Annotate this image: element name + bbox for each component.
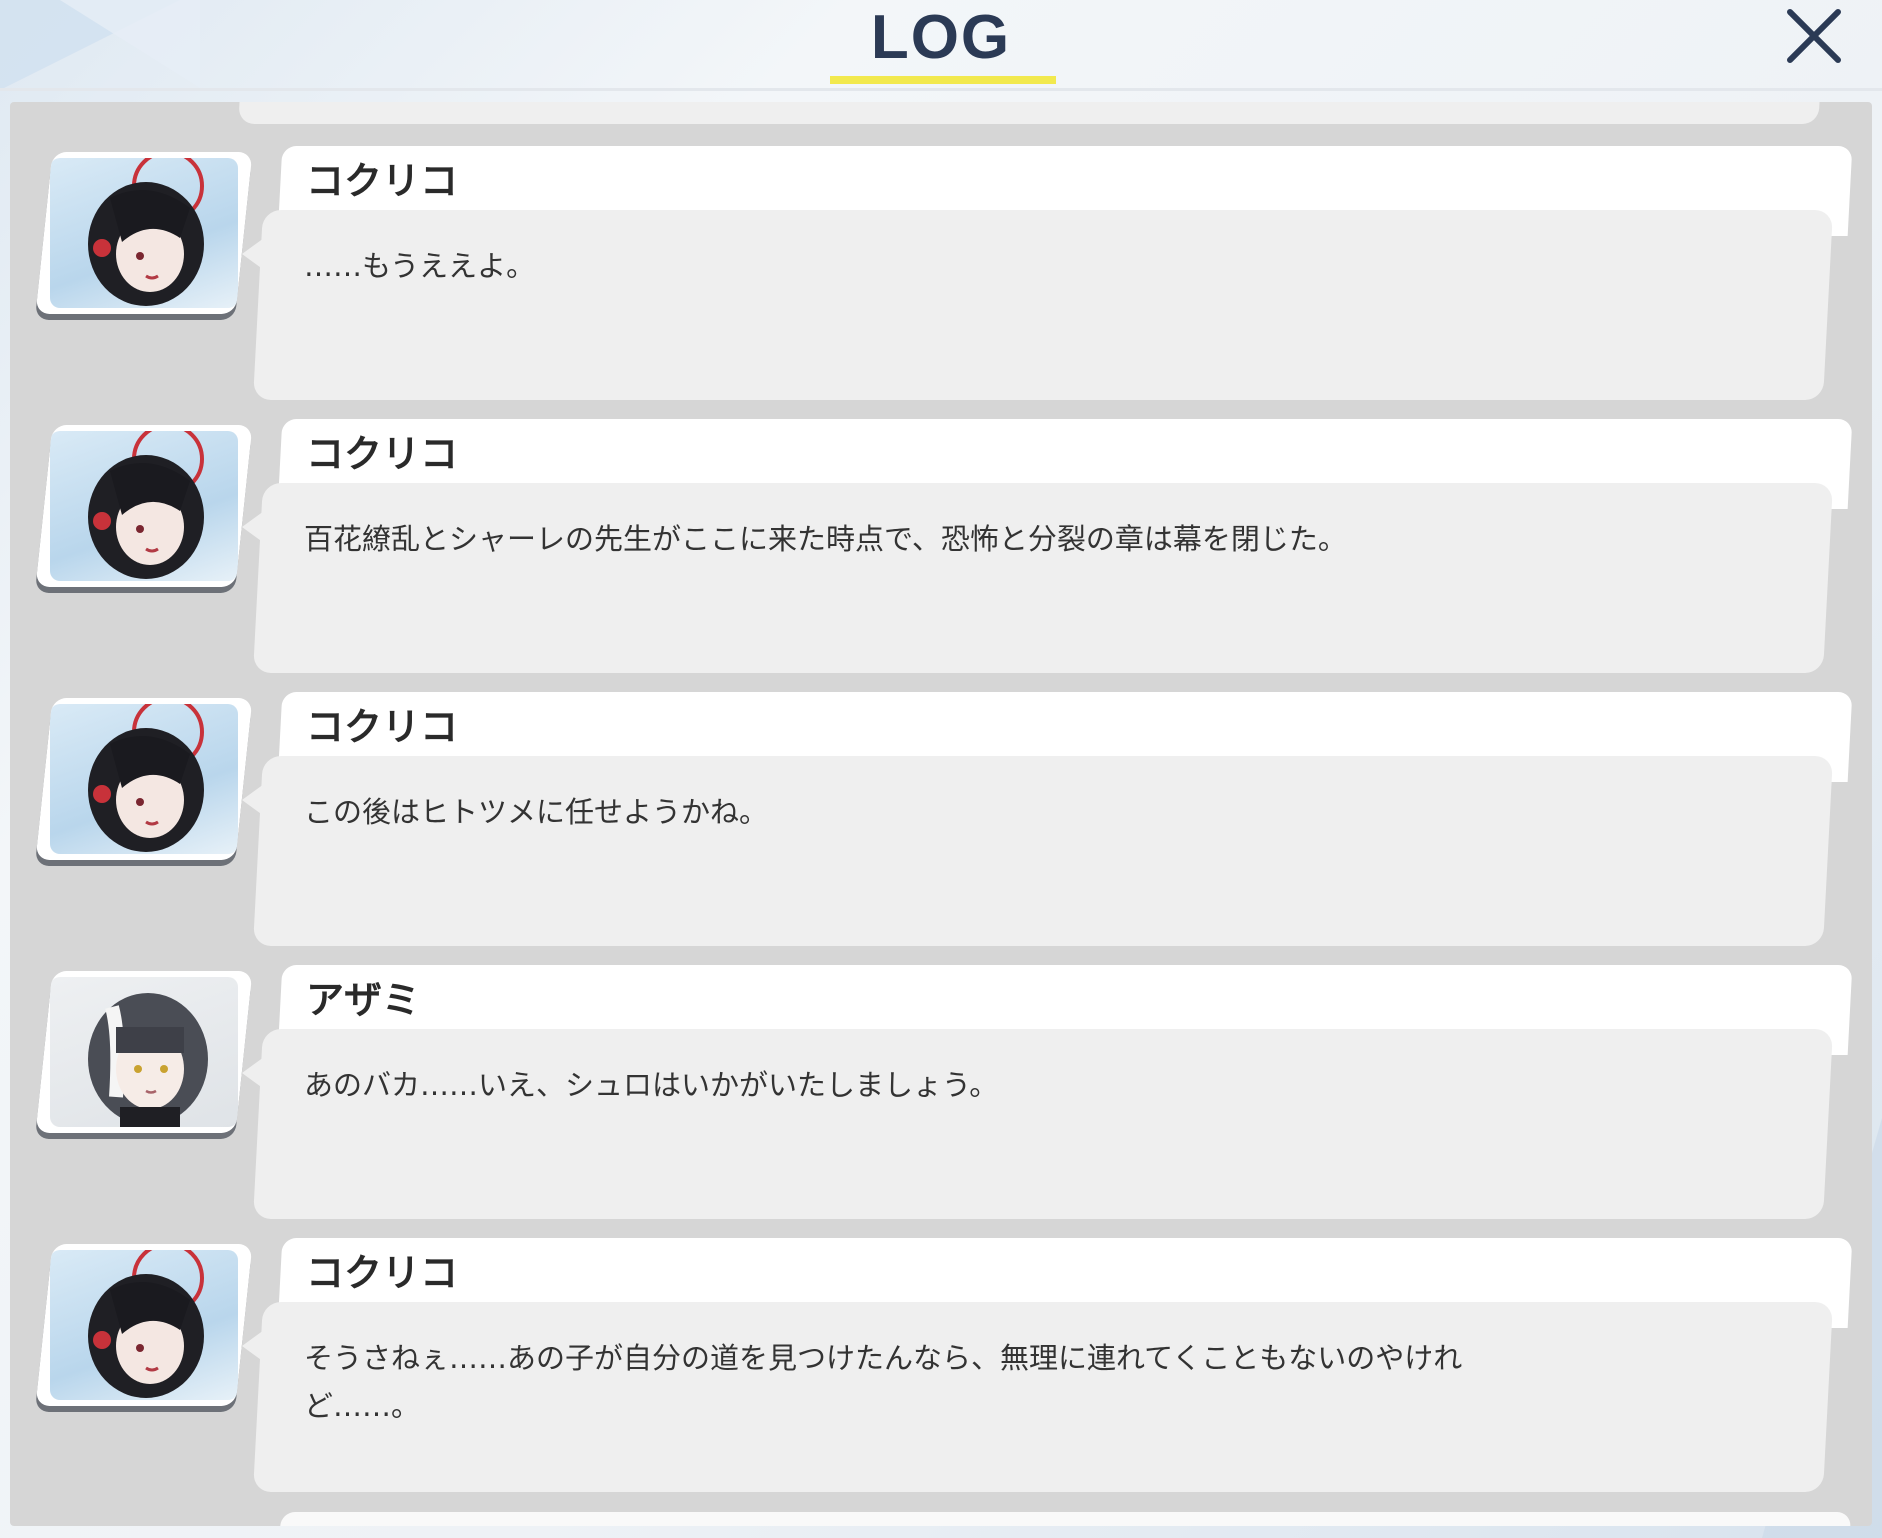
kokuriko-portrait-icon [88, 431, 204, 579]
kokuriko-portrait-icon [88, 1250, 204, 1398]
dialogue-bubble [253, 1029, 1833, 1219]
log-entry: アザミ あのバカ……いえ、シュロはいかがいたしましょう。 [10, 965, 1872, 1225]
next-entry-partial [278, 1512, 1852, 1526]
dialogue-bubble [253, 756, 1833, 946]
dialogue-bubble [253, 483, 1833, 673]
log-header: LOG [0, 0, 1882, 91]
avatar [35, 1244, 253, 1406]
log-list[interactable]: コクリコ ……もうええよ。 コクリコ 百花繚乱とシャーレの先生がここに来た時点で… [10, 102, 1872, 1526]
kokuriko-portrait-icon [88, 704, 204, 852]
dialogue-text: そうさねぇ……あの子が自分の道を見つけたんなら、無理に連れてくこともないのやけれ… [304, 1341, 1463, 1423]
kokuriko-portrait-icon [88, 158, 204, 306]
dialogue-text: ……もうええよ。 [304, 249, 536, 283]
log-entry: コクリコ ……もうええよ。 [10, 146, 1872, 406]
avatar [35, 152, 253, 314]
previous-entry-partial [238, 102, 1822, 124]
dialogue-text: 百花繚乱とシャーレの先生がここに来た時点で、恐怖と分裂の章は幕を閉じた。 [304, 522, 1347, 556]
close-icon [1787, 9, 1841, 63]
close-button[interactable] [1778, 2, 1848, 72]
avatar [35, 698, 253, 860]
dialogue-text: あのバカ……いえ、シュロはいかがいたしましょう。 [304, 1068, 999, 1102]
dialogue-bubble [253, 210, 1833, 400]
avatar [35, 425, 253, 587]
log-entry: コクリコ そうさねぇ……あの子が自分の道を見つけたんなら、無理に連れてくこともな… [10, 1238, 1872, 1498]
speaker-name: コクリコ [306, 1251, 459, 1295]
speaker-name: アザミ [306, 978, 421, 1022]
log-entry: コクリコ この後はヒトツメに任せようかね。 [10, 692, 1872, 952]
speaker-name: コクリコ [306, 432, 459, 476]
avatar [35, 971, 253, 1133]
speaker-name: コクリコ [306, 705, 459, 749]
log-entry: コクリコ 百花繚乱とシャーレの先生がここに来た時点で、恐怖と分裂の章は幕を閉じた… [10, 419, 1872, 679]
page-title: LOG [870, 3, 1012, 72]
azami-portrait-icon [88, 993, 208, 1127]
title-underline [830, 76, 1056, 84]
dialogue-text: この後はヒトツメに任せようかね。 [304, 795, 769, 829]
speaker-name: コクリコ [306, 159, 459, 203]
